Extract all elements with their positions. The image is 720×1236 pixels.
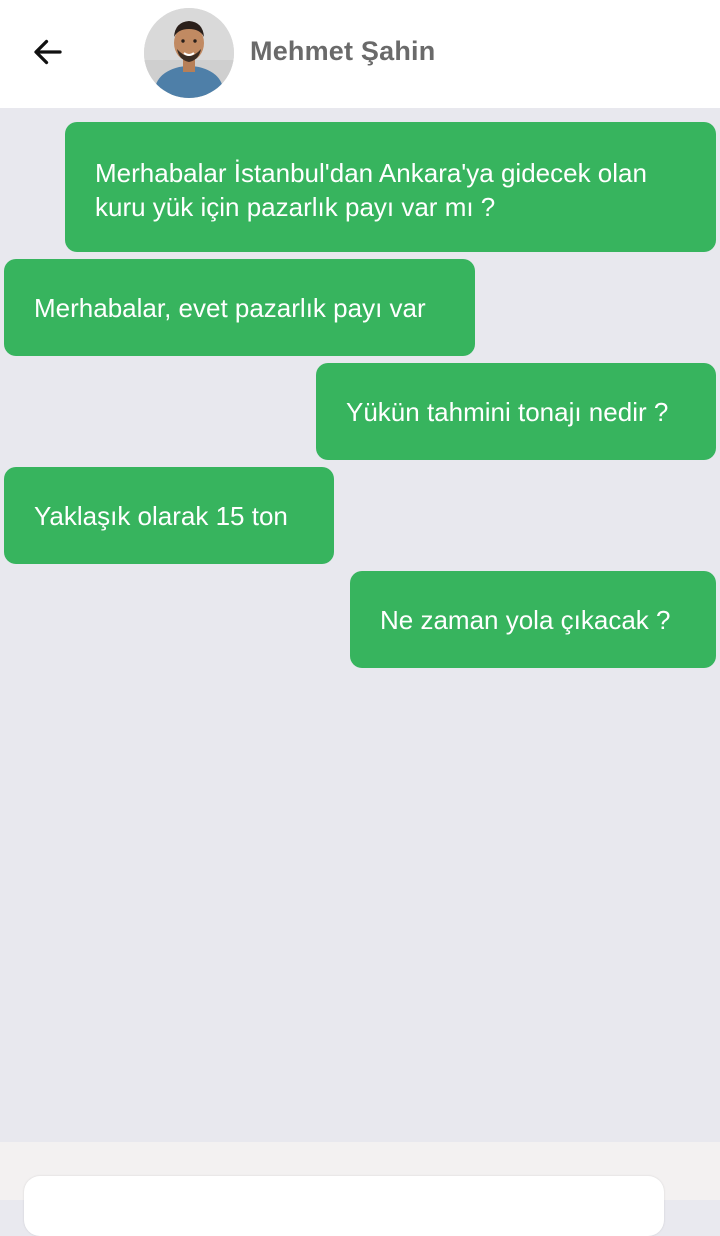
message-bubble-outgoing[interactable]: Yükün tahmini tonajı nedir ? (316, 363, 716, 460)
message-bubble-outgoing[interactable]: Merhabalar İstanbul'dan Ankara'ya gidece… (65, 122, 716, 252)
message-bubble-incoming[interactable]: Yaklaşık olarak 15 ton (4, 467, 334, 564)
contact-avatar (144, 8, 234, 98)
chat-area[interactable]: Merhabalar İstanbul'dan Ankara'ya gidece… (0, 108, 720, 1142)
back-button[interactable] (24, 30, 72, 74)
message-text: Yaklaşık olarak 15 ton (34, 501, 288, 531)
arrow-left-icon (34, 39, 62, 65)
message-input[interactable] (24, 1176, 664, 1236)
composer-area (0, 1142, 720, 1236)
avatar[interactable] (144, 8, 234, 98)
message-text: Merhabalar, evet pazarlık payı var (34, 293, 426, 323)
message-bubble-incoming[interactable]: Merhabalar, evet pazarlık payı var (4, 259, 475, 356)
message-text: Yükün tahmini tonajı nedir ? (346, 397, 669, 427)
message-bubble-outgoing[interactable]: Ne zaman yola çıkacak ? (350, 571, 716, 668)
contact-name: Mehmet Şahin (250, 36, 436, 66)
message-text: Ne zaman yola çıkacak ? (380, 605, 671, 635)
message-text: Merhabalar İstanbul'dan Ankara'ya gidece… (95, 158, 647, 222)
chat-header: Mehmet Şahin (0, 0, 720, 108)
